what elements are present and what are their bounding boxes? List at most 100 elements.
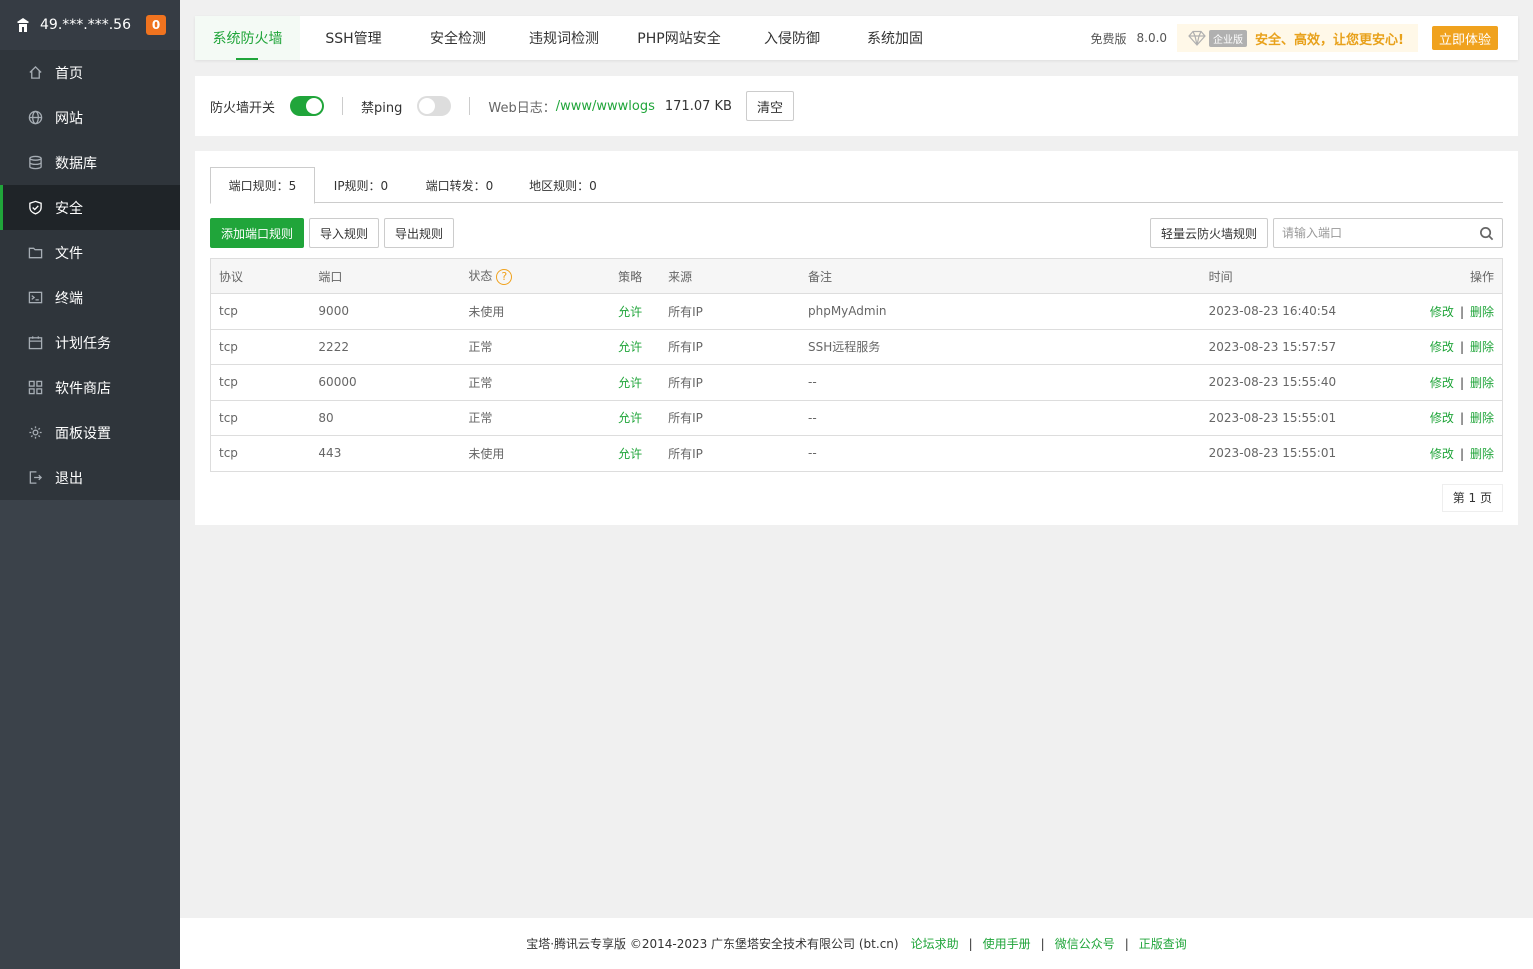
help-icon[interactable]: ? (496, 268, 513, 285)
table-row: tcp 2222 正常 允许 所有IP SSH远程服务 2023-08-23 1… (210, 329, 1503, 365)
weblog-label: Web日志： (488, 100, 556, 116)
port-search-input[interactable] (1282, 226, 1479, 240)
footer-link-wechat[interactable]: 微信公众号 (1055, 935, 1115, 952)
cell-policy[interactable]: 允许 (610, 400, 661, 436)
server-header: 49.***.***.56 0 (0, 0, 180, 50)
footer-link-manual[interactable]: 使用手册 (983, 935, 1031, 952)
cell-source: 所有IP (660, 293, 800, 330)
tab-firewall[interactable]: 系统防火墙 (195, 16, 300, 60)
cell-protocol: tcp (210, 435, 311, 472)
tab-word-check[interactable]: 违规词检测 (509, 16, 619, 60)
sidebar-item-home[interactable]: 首页 (0, 50, 180, 95)
toggle-knob (419, 98, 436, 114)
sidebar-item-terminal[interactable]: 终端 (0, 275, 180, 320)
table-row: tcp 60000 正常 允许 所有IP -- 2023-08-23 15:55… (210, 364, 1503, 401)
footer-link-license[interactable]: 正版查询 (1139, 935, 1187, 952)
delete-link[interactable]: 删除 (1470, 411, 1494, 425)
col-source: 来源 (660, 258, 800, 294)
cell-port: 443 (310, 435, 461, 472)
sidebar-item-label: 网站 (55, 110, 83, 127)
cell-policy[interactable]: 允许 (610, 435, 661, 472)
cell-note[interactable]: -- (799, 435, 1201, 472)
firewall-toggle[interactable] (290, 96, 325, 116)
cell-protocol: tcp (210, 400, 311, 436)
cell-note[interactable]: -- (799, 364, 1201, 401)
sidebar-item-store[interactable]: 软件商店 (0, 365, 180, 410)
cell-port: 80 (310, 400, 461, 436)
delete-link[interactable]: 删除 (1470, 305, 1494, 319)
enterprise-promo[interactable]: 企业版 安全、高效，让您更安心! (1177, 24, 1418, 52)
rules-toolbar: 添加端口规则 导入规则 导出规则 轻量云防火墙规则 (210, 218, 1503, 248)
tab-ssh[interactable]: SSH管理 (300, 16, 407, 60)
delete-link[interactable]: 删除 (1470, 447, 1494, 461)
notify-badge[interactable]: 0 (146, 15, 166, 35)
cell-port: 9000 (310, 293, 461, 330)
cell-policy[interactable]: 允许 (610, 293, 661, 330)
toggle-knob (306, 98, 323, 114)
sidebar-item-website[interactable]: 网站 (0, 95, 180, 140)
import-rules-button[interactable]: 导入规则 (309, 218, 380, 248)
try-now-button[interactable]: 立即体验 (1431, 26, 1498, 50)
edit-link[interactable]: 修改 (1430, 340, 1454, 354)
cell-protocol: tcp (210, 364, 311, 401)
tab-php-security[interactable]: PHP网站安全 (619, 16, 739, 60)
tab-hardening[interactable]: 系统加固 (845, 16, 945, 60)
edit-link[interactable]: 修改 (1430, 376, 1454, 390)
sidebar-item-label: 文件 (55, 245, 83, 262)
edit-link[interactable]: 修改 (1430, 447, 1454, 461)
footer-link-forum[interactable]: 论坛求助 (911, 935, 959, 952)
cell-note[interactable]: SSH远程服务 (799, 329, 1201, 365)
sidebar-item-settings[interactable]: 面板设置 (0, 410, 180, 455)
logout-icon (29, 471, 43, 484)
action-separator: | (1459, 411, 1464, 426)
search-icon[interactable] (1479, 226, 1494, 241)
delete-link[interactable]: 删除 (1470, 376, 1494, 390)
cell-note[interactable]: -- (799, 400, 1201, 436)
sidebar-item-database[interactable]: 数据库 (0, 140, 180, 185)
sidebar-item-logout[interactable]: 退出 (0, 455, 180, 500)
sidebar-menu: 首页 网站 数据库 安全 文件 终端 计划任务 软件商店 面板设置 退出 (0, 50, 180, 500)
sidebar-item-security[interactable]: 安全 (0, 185, 180, 230)
cell-time: 2023-08-23 15:55:01 (1200, 435, 1401, 472)
sidebar-item-label: 软件商店 (55, 380, 111, 397)
tab-port-rules[interactable]: 端口规则：5 (210, 167, 315, 204)
cell-actions: 修改 | 删除 (1400, 435, 1503, 472)
clear-log-button[interactable]: 清空 (745, 91, 794, 121)
action-separator: | (1459, 375, 1464, 390)
cell-source: 所有IP (660, 364, 800, 401)
cell-status: 未使用 (460, 293, 611, 330)
port-rules-table: 协议 端口 状态? 策略 来源 备注 时间 操作 tcp 9000 未使用 允许… (210, 258, 1503, 472)
tab-intrusion[interactable]: 入侵防御 (739, 16, 845, 60)
cell-source: 所有IP (660, 435, 800, 472)
page-indicator[interactable]: 第 1 页 (1441, 483, 1503, 512)
cell-actions: 修改 | 删除 (1400, 364, 1503, 401)
cell-policy[interactable]: 允许 (610, 364, 661, 401)
sidebar-item-files[interactable]: 文件 (0, 230, 180, 275)
rules-panel: 端口规则：5 IP规则：0 端口转发：0 地区规则：0 添加端口规则 导入规则 … (195, 151, 1518, 525)
tab-region-rules[interactable]: 地区规则：0 (512, 167, 614, 203)
cell-policy[interactable]: 允许 (610, 329, 661, 365)
tab-security-scan[interactable]: 安全检测 (407, 16, 509, 60)
edit-link[interactable]: 修改 (1430, 305, 1454, 319)
cell-note[interactable]: phpMyAdmin (799, 293, 1201, 330)
tab-ip-rules[interactable]: IP规则：0 (315, 167, 407, 203)
rule-tabs: 端口规则：5 IP规则：0 端口转发：0 地区规则：0 (210, 167, 1503, 204)
ping-toggle[interactable] (417, 96, 452, 116)
edit-link[interactable]: 修改 (1430, 411, 1454, 425)
ping-switch-label: 禁ping (361, 100, 403, 116)
action-separator: | (1459, 446, 1464, 461)
cloud-firewall-button[interactable]: 轻量云防火墙规则 (1149, 218, 1268, 248)
weblog-path-link[interactable]: /www/wwwlogs (556, 99, 655, 114)
add-port-rule-button[interactable]: 添加端口规则 (210, 218, 305, 248)
version-number[interactable]: 8.0.0 (1137, 31, 1168, 45)
delete-link[interactable]: 删除 (1470, 340, 1494, 354)
table-header-row: 协议 端口 状态? 策略 来源 备注 时间 操作 (210, 258, 1503, 294)
cell-status: 正常 (460, 329, 611, 365)
port-search (1273, 218, 1503, 248)
col-protocol: 协议 (210, 258, 311, 294)
server-ip[interactable]: 49.***.***.56 (40, 17, 146, 33)
tab-port-forward[interactable]: 端口转发：0 (407, 167, 512, 203)
cell-source: 所有IP (660, 400, 800, 436)
export-rules-button[interactable]: 导出规则 (384, 218, 455, 248)
sidebar-item-cron[interactable]: 计划任务 (0, 320, 180, 365)
